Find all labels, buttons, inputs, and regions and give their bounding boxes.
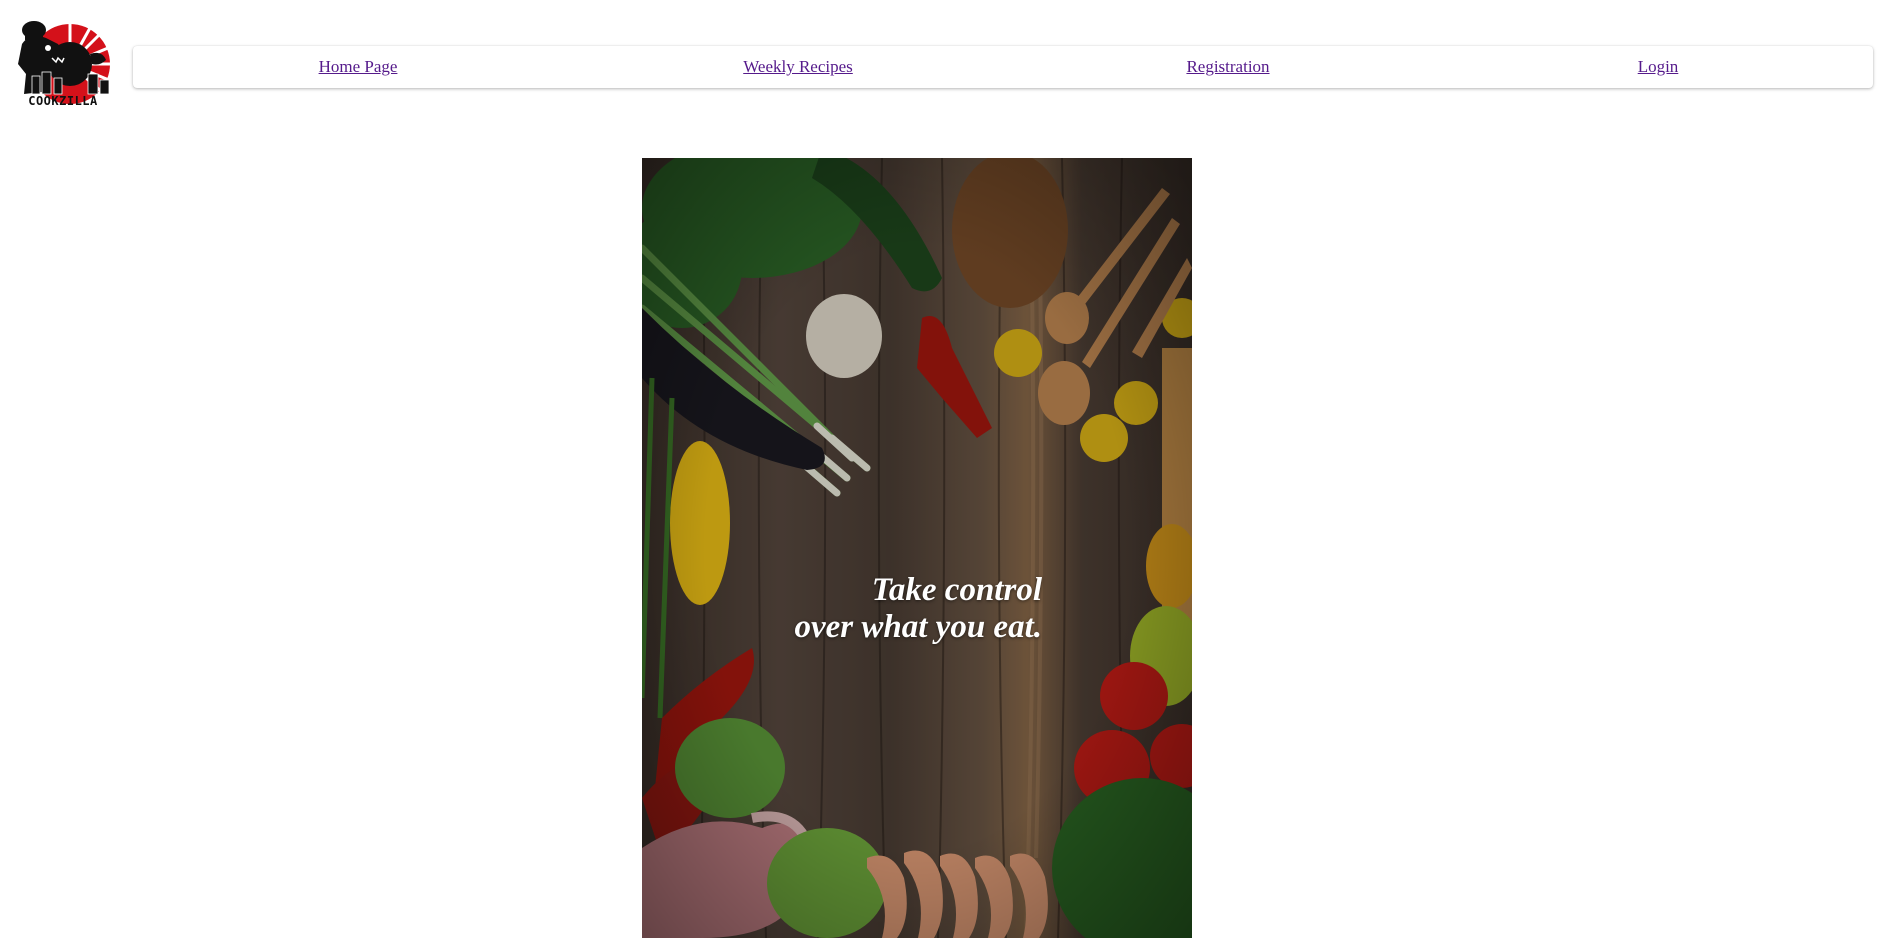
hero-tagline-line1: Take control (871, 572, 1042, 608)
logo-text: COOKZILLA (28, 94, 98, 108)
nav-login-link[interactable]: Login (1443, 57, 1873, 77)
page: COOKZILLA Home Page Weekly Recipes Regis… (0, 0, 1893, 938)
cookzilla-logo[interactable]: COOKZILLA (12, 14, 116, 112)
hero-tagline-line2: over what you eat. (794, 609, 1042, 645)
vegetables-on-wooden-table-image (642, 158, 1192, 938)
nav-registration-link[interactable]: Registration (1013, 57, 1443, 77)
main-navbar: Home Page Weekly Recipes Registration Lo… (133, 46, 1873, 88)
nav-weekly-recipes-link[interactable]: Weekly Recipes (583, 57, 1013, 77)
hero-tagline: Take control over what you eat. (642, 572, 1042, 646)
nav-home-page-link[interactable]: Home Page (133, 57, 583, 77)
hero-banner: Take control over what you eat. (642, 158, 1192, 938)
